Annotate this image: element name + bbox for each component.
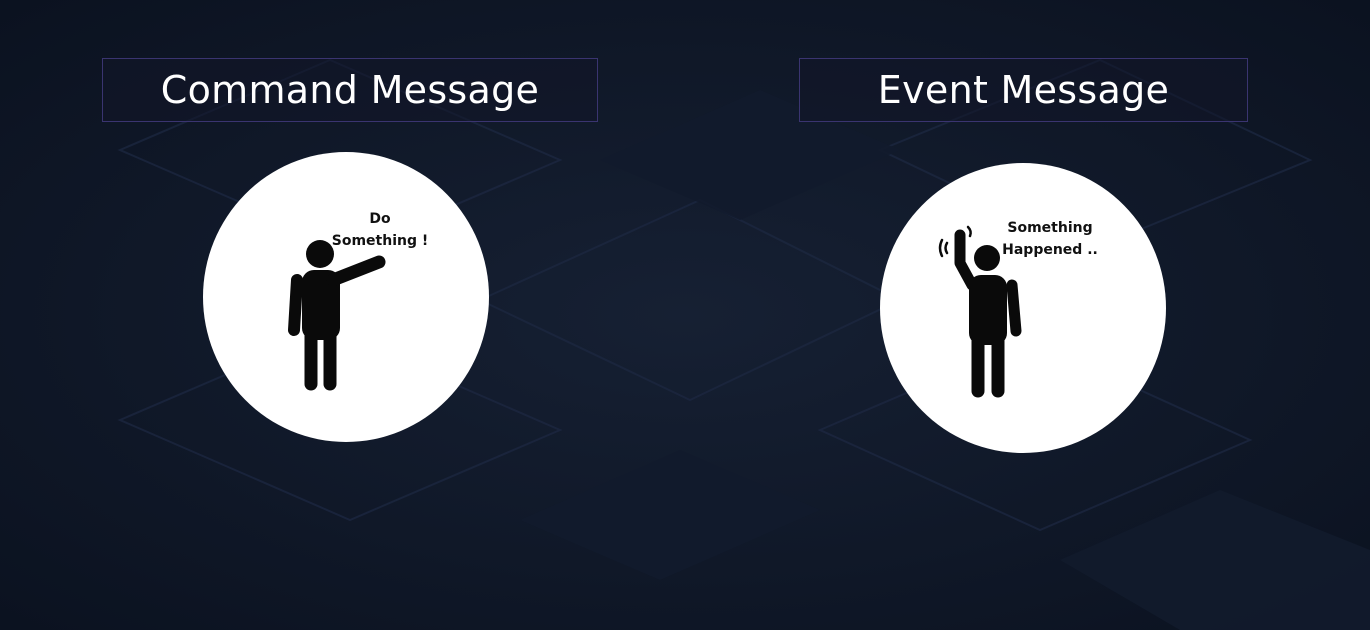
command-message-title: Command Message [102, 58, 598, 122]
event-speech-line1: Something [1007, 220, 1093, 236]
command-speech-text: Do Something ! [325, 208, 435, 252]
person-pointing-icon [288, 240, 386, 391]
event-illustration: Something Happened .. [880, 163, 1166, 453]
event-speech-line2: Happened .. [1002, 242, 1098, 258]
person-waving-icon [938, 225, 1022, 398]
event-message-title: Event Message [799, 58, 1248, 122]
command-speech-line2: Something ! [331, 233, 429, 249]
command-illustration: Do Something ! [203, 152, 489, 442]
command-speech-line1: Do [369, 211, 391, 227]
event-speech-text: Something Happened .. [992, 217, 1108, 261]
